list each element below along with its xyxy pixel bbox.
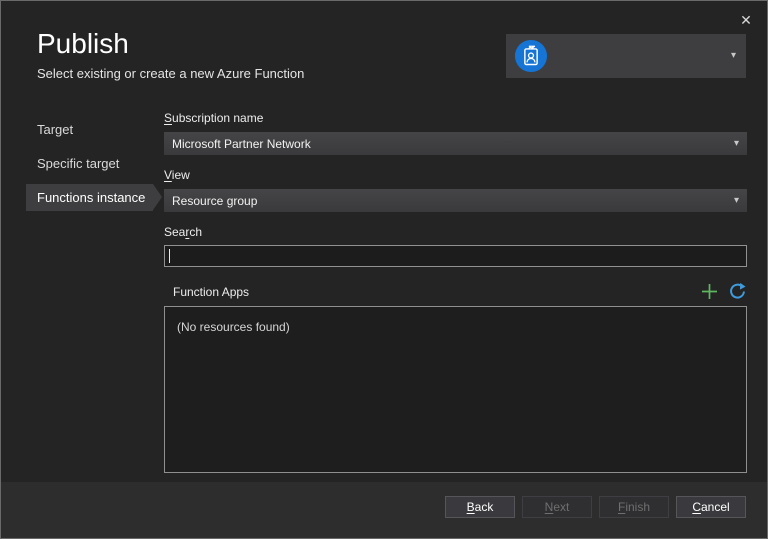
user-id-badge-icon — [514, 39, 548, 73]
close-button[interactable]: ✕ — [735, 9, 757, 31]
wizard-steps-sidebar: Target Specific target Functions instanc… — [26, 116, 153, 218]
subscription-value: Microsoft Partner Network — [172, 137, 311, 151]
cancel-button[interactable]: Cancel — [676, 496, 746, 518]
view-label: View — [164, 168, 747, 182]
finish-button[interactable]: Finish — [599, 496, 669, 518]
search-input[interactable] — [164, 245, 747, 267]
publish-dialog: ✕ Publish Select existing or create a ne… — [0, 0, 768, 539]
page-subtitle: Select existing or create a new Azure Fu… — [37, 66, 304, 81]
chevron-down-icon: ▾ — [731, 51, 736, 61]
add-function-app-button[interactable] — [700, 282, 719, 301]
subscription-label: Subscription name — [164, 111, 747, 125]
function-apps-actions — [700, 282, 747, 301]
function-apps-header: Function Apps — [164, 282, 747, 301]
search-label: Search — [164, 225, 747, 239]
sidebar-item-label: Specific target — [37, 156, 119, 171]
dialog-footer: Back Next Finish Cancel — [1, 482, 767, 538]
sidebar-item-specific-target[interactable]: Specific target — [26, 150, 153, 177]
selected-item-arrow — [153, 184, 162, 210]
subscription-select[interactable]: Microsoft Partner Network ▾ — [164, 132, 747, 155]
sidebar-item-label: Target — [37, 122, 73, 137]
function-apps-list[interactable]: (No resources found) — [164, 306, 747, 473]
refresh-button[interactable] — [728, 282, 747, 301]
text-cursor — [169, 249, 170, 263]
chevron-down-icon: ▾ — [734, 196, 739, 206]
plus-icon — [700, 282, 719, 301]
main-content: Subscription name Microsoft Partner Netw… — [164, 111, 747, 473]
function-apps-label: Function Apps — [164, 285, 249, 299]
back-button[interactable]: Back — [445, 496, 515, 518]
view-value: Resource group — [172, 194, 257, 208]
refresh-icon — [728, 282, 747, 301]
chevron-down-icon: ▾ — [734, 139, 739, 149]
account-dropdown[interactable]: ▾ — [506, 34, 746, 78]
sidebar-item-target[interactable]: Target — [26, 116, 153, 143]
page-title: Publish — [37, 28, 129, 60]
next-button[interactable]: Next — [522, 496, 592, 518]
empty-list-message: (No resources found) — [177, 320, 734, 334]
view-select[interactable]: Resource group ▾ — [164, 189, 747, 212]
sidebar-item-label: Functions instance — [37, 190, 145, 205]
close-icon: ✕ — [740, 12, 752, 29]
sidebar-item-functions-instance[interactable]: Functions instance — [26, 184, 153, 211]
